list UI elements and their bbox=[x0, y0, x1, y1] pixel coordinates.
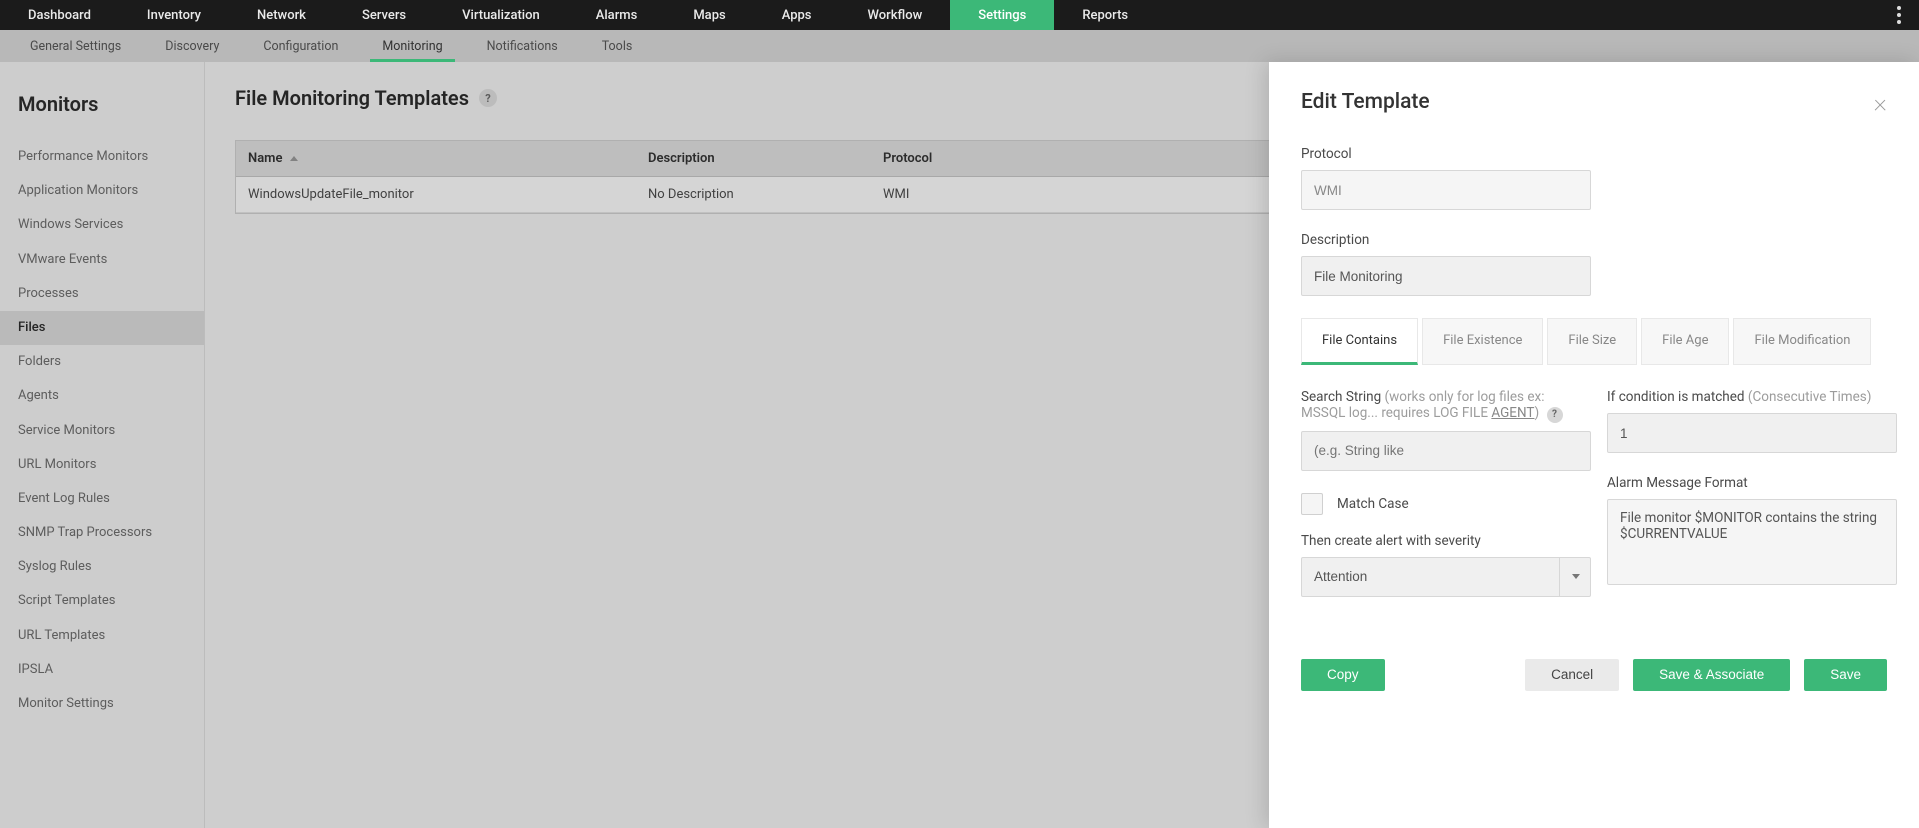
copy-button[interactable]: Copy bbox=[1301, 659, 1385, 691]
edit-template-panel: Edit Template × Protocol Description Fil… bbox=[1269, 62, 1919, 828]
condition-hint: (Consecutive Times) bbox=[1748, 389, 1872, 405]
nav-network[interactable]: Network bbox=[229, 0, 334, 30]
nav-maps[interactable]: Maps bbox=[665, 0, 753, 30]
search-hint-tail: ) bbox=[1534, 405, 1539, 421]
close-icon[interactable]: × bbox=[1874, 90, 1887, 116]
nav-virtualization[interactable]: Virtualization bbox=[434, 0, 568, 30]
severity-label: Then create alert with severity bbox=[1301, 533, 1591, 549]
cell-name: WindowsUpdateFile_monitor bbox=[236, 177, 636, 212]
sidebar-syslog-rules[interactable]: Syslog Rules bbox=[0, 550, 204, 584]
severity-select[interactable] bbox=[1301, 557, 1591, 597]
nav-dashboard[interactable]: Dashboard bbox=[0, 0, 119, 30]
condition-label-text: If condition is matched bbox=[1607, 389, 1745, 405]
sidebar-script-templates[interactable]: Script Templates bbox=[0, 584, 204, 618]
condition-input[interactable] bbox=[1607, 413, 1897, 453]
subnav-tools[interactable]: Tools bbox=[580, 30, 655, 62]
sidebar-ipsla[interactable]: IPSLA bbox=[0, 653, 204, 687]
subnav-notifications[interactable]: Notifications bbox=[465, 30, 580, 62]
monitors-sidebar: Monitors Performance Monitors Applicatio… bbox=[0, 62, 205, 828]
sub-nav: General Settings Discovery Configuration… bbox=[0, 30, 1919, 62]
cell-protocol: WMI bbox=[871, 177, 1131, 212]
help-icon[interactable]: ? bbox=[1547, 407, 1563, 423]
sort-asc-icon bbox=[290, 156, 298, 161]
subnav-monitoring[interactable]: Monitoring bbox=[360, 30, 464, 62]
help-icon[interactable]: ? bbox=[479, 89, 497, 107]
nav-servers[interactable]: Servers bbox=[334, 0, 434, 30]
protocol-input bbox=[1301, 170, 1591, 210]
nav-inventory[interactable]: Inventory bbox=[119, 0, 229, 30]
search-string-label: Search String (works only for log files … bbox=[1301, 389, 1591, 423]
sidebar-files[interactable]: Files bbox=[0, 311, 204, 345]
sidebar-event-log-rules[interactable]: Event Log Rules bbox=[0, 482, 204, 516]
sidebar-folders[interactable]: Folders bbox=[0, 345, 204, 379]
agent-link[interactable]: AGENT bbox=[1491, 405, 1534, 421]
tab-file-modification[interactable]: File Modification bbox=[1733, 318, 1871, 365]
description-label: Description bbox=[1301, 232, 1887, 248]
sidebar-url-templates[interactable]: URL Templates bbox=[0, 619, 204, 653]
alarm-format-label: Alarm Message Format bbox=[1607, 475, 1897, 491]
search-string-label-text: Search String bbox=[1301, 389, 1381, 405]
panel-title: Edit Template bbox=[1301, 90, 1430, 114]
alarm-format-textarea[interactable] bbox=[1607, 499, 1897, 585]
col-header-protocol[interactable]: Protocol bbox=[871, 141, 1131, 176]
sidebar-performance-monitors[interactable]: Performance Monitors bbox=[0, 140, 204, 174]
col-header-name-text: Name bbox=[248, 151, 282, 166]
tab-file-size[interactable]: File Size bbox=[1547, 318, 1637, 365]
match-case-checkbox[interactable] bbox=[1301, 493, 1323, 515]
protocol-label: Protocol bbox=[1301, 146, 1887, 162]
condition-label: If condition is matched (Consecutive Tim… bbox=[1607, 389, 1897, 405]
subnav-discovery[interactable]: Discovery bbox=[143, 30, 241, 62]
match-case-label: Match Case bbox=[1337, 496, 1409, 512]
nav-apps[interactable]: Apps bbox=[754, 0, 840, 30]
sidebar-vmware-events[interactable]: VMware Events bbox=[0, 243, 204, 277]
subnav-configuration[interactable]: Configuration bbox=[241, 30, 360, 62]
sidebar-snmp-trap-processors[interactable]: SNMP Trap Processors bbox=[0, 516, 204, 550]
nav-settings[interactable]: Settings bbox=[950, 0, 1054, 30]
panel-footer: Copy Cancel Save & Associate Save bbox=[1301, 659, 1887, 691]
nav-alarms[interactable]: Alarms bbox=[568, 0, 666, 30]
tab-file-age[interactable]: File Age bbox=[1641, 318, 1729, 365]
sidebar-application-monitors[interactable]: Application Monitors bbox=[0, 174, 204, 208]
cancel-button[interactable]: Cancel bbox=[1525, 659, 1619, 691]
kebab-menu-icon[interactable] bbox=[1879, 0, 1919, 30]
nav-reports[interactable]: Reports bbox=[1054, 0, 1156, 30]
nav-workflow[interactable]: Workflow bbox=[840, 0, 951, 30]
page-title-text: File Monitoring Templates bbox=[235, 86, 469, 110]
search-string-input[interactable] bbox=[1301, 431, 1591, 471]
sidebar-agents[interactable]: Agents bbox=[0, 379, 204, 413]
sidebar-monitor-settings[interactable]: Monitor Settings bbox=[0, 687, 204, 721]
sidebar-processes[interactable]: Processes bbox=[0, 277, 204, 311]
save-button[interactable]: Save bbox=[1804, 659, 1887, 691]
sidebar-title: Monitors bbox=[0, 80, 204, 140]
col-header-description[interactable]: Description bbox=[636, 141, 871, 176]
save-associate-button[interactable]: Save & Associate bbox=[1633, 659, 1790, 691]
subnav-general-settings[interactable]: General Settings bbox=[8, 30, 143, 62]
col-header-name[interactable]: Name bbox=[236, 141, 636, 176]
sidebar-url-monitors[interactable]: URL Monitors bbox=[0, 448, 204, 482]
sidebar-service-monitors[interactable]: Service Monitors bbox=[0, 414, 204, 448]
sidebar-windows-services[interactable]: Windows Services bbox=[0, 208, 204, 242]
description-input[interactable] bbox=[1301, 256, 1591, 296]
panel-tabs: File Contains File Existence File Size F… bbox=[1301, 318, 1887, 365]
cell-description: No Description bbox=[636, 177, 871, 212]
top-nav: Dashboard Inventory Network Servers Virt… bbox=[0, 0, 1919, 30]
tab-file-existence[interactable]: File Existence bbox=[1422, 318, 1543, 365]
tab-file-contains[interactable]: File Contains bbox=[1301, 318, 1418, 365]
